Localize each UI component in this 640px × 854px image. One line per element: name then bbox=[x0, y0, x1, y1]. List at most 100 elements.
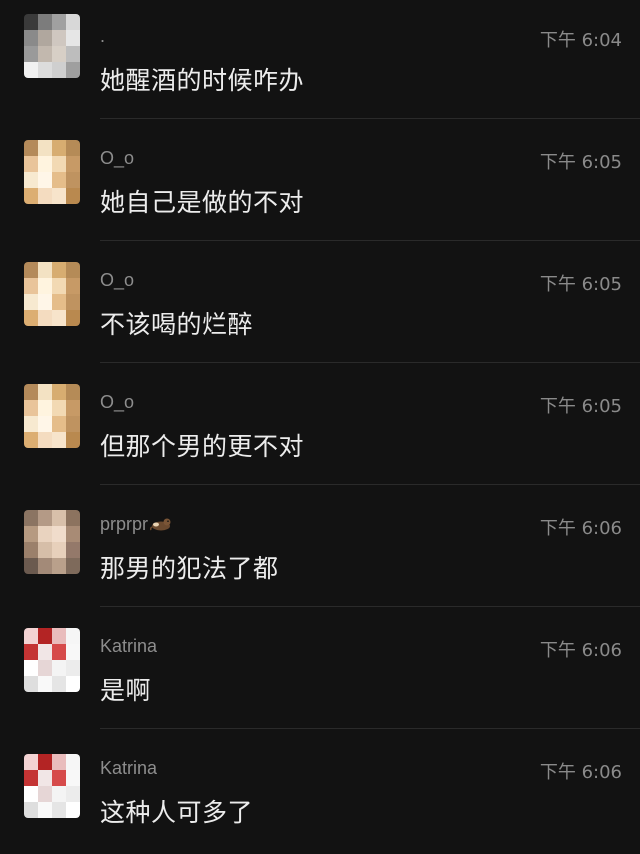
message-timestamp: 下午 6:06 bbox=[539, 518, 622, 539]
avatar-pixel bbox=[66, 262, 80, 278]
avatar-pixel bbox=[38, 770, 52, 786]
avatar-pixel bbox=[52, 310, 66, 326]
message-timestamp: 下午 6:05 bbox=[539, 152, 622, 173]
avatar-pixel bbox=[52, 754, 66, 770]
avatar-pixel bbox=[24, 188, 38, 204]
sender-name[interactable]: O_o bbox=[100, 148, 134, 169]
message-timestamp: 下午 6:05 bbox=[539, 274, 622, 295]
message-text: 不该喝的烂醉 bbox=[100, 310, 254, 339]
divider bbox=[100, 118, 640, 119]
sender-name-text: prprpr bbox=[100, 514, 149, 534]
avatar-pixel bbox=[66, 432, 80, 448]
avatar-pixel bbox=[24, 432, 38, 448]
avatar-pixel bbox=[66, 156, 80, 172]
message-timestamp: 下午 6:05 bbox=[539, 396, 622, 417]
avatar-pixel bbox=[66, 294, 80, 310]
avatar-pixel bbox=[52, 400, 66, 416]
avatar-pixel bbox=[52, 416, 66, 432]
avatar-pixel bbox=[52, 526, 66, 542]
avatar-pixel bbox=[66, 542, 80, 558]
avatar-pixel bbox=[38, 310, 52, 326]
avatar-pixel bbox=[38, 46, 52, 62]
avatar-pixel bbox=[66, 510, 80, 526]
avatar-pixel bbox=[66, 676, 80, 692]
avatar-pixel bbox=[52, 786, 66, 802]
message-text: 她醒酒的时候咋办 bbox=[100, 66, 305, 95]
avatar-pixel bbox=[52, 62, 66, 78]
avatar-pixel bbox=[38, 644, 52, 660]
avatar-pixel bbox=[24, 754, 38, 770]
avatar-pixel bbox=[38, 558, 52, 574]
avatar-pixel bbox=[52, 542, 66, 558]
avatar[interactable] bbox=[24, 628, 80, 692]
avatar-pixel bbox=[52, 46, 66, 62]
avatar-pixel bbox=[52, 172, 66, 188]
chat-message-row[interactable]: O_o 下午 6:05 但那个男的更不对 bbox=[0, 366, 640, 488]
avatar-pixel bbox=[52, 558, 66, 574]
avatar-pixel bbox=[66, 188, 80, 204]
avatar-pixel bbox=[38, 188, 52, 204]
avatar-pixel bbox=[66, 660, 80, 676]
avatar[interactable] bbox=[24, 262, 80, 326]
avatar-pixel bbox=[52, 278, 66, 294]
avatar-pixel bbox=[38, 416, 52, 432]
chat-message-row[interactable]: prprpr 下午 6:06 那男的犯法了都 bbox=[0, 488, 640, 610]
sender-name[interactable]: prprpr bbox=[100, 514, 172, 537]
avatar-pixel bbox=[52, 644, 66, 660]
avatar-pixel bbox=[38, 526, 52, 542]
divider bbox=[100, 728, 640, 729]
chat-message-list: . 下午 6:04 她醒酒的时候咋办 O_o 下午 6:05 她自己是做的不对 … bbox=[0, 0, 640, 846]
avatar-pixel bbox=[38, 278, 52, 294]
avatar-pixel bbox=[24, 278, 38, 294]
avatar-pixel bbox=[38, 156, 52, 172]
avatar-pixel bbox=[24, 526, 38, 542]
avatar-pixel bbox=[52, 660, 66, 676]
avatar-pixel bbox=[66, 384, 80, 400]
avatar-pixel bbox=[38, 172, 52, 188]
avatar-pixel bbox=[38, 676, 52, 692]
chat-message-row[interactable]: Katrina 下午 6:06 这种人可多了 bbox=[0, 732, 640, 854]
avatar-pixel bbox=[24, 628, 38, 644]
avatar-pixel bbox=[38, 786, 52, 802]
avatar[interactable] bbox=[24, 754, 80, 818]
avatar-pixel bbox=[66, 416, 80, 432]
avatar-pixel bbox=[38, 754, 52, 770]
avatar-pixel bbox=[24, 30, 38, 46]
chat-message-row[interactable]: Katrina 下午 6:06 是啊 bbox=[0, 610, 640, 732]
avatar-pixel bbox=[24, 400, 38, 416]
avatar-pixel bbox=[24, 416, 38, 432]
avatar[interactable] bbox=[24, 384, 80, 448]
avatar-pixel bbox=[24, 262, 38, 278]
avatar-pixel bbox=[24, 46, 38, 62]
avatar-pixel bbox=[38, 802, 52, 818]
avatar-pixel bbox=[52, 262, 66, 278]
message-text: 她自己是做的不对 bbox=[100, 188, 305, 217]
chat-message-row[interactable]: O_o 下午 6:05 不该喝的烂醉 bbox=[0, 244, 640, 366]
avatar-pixel bbox=[66, 802, 80, 818]
avatar[interactable] bbox=[24, 140, 80, 204]
sender-name[interactable]: O_o bbox=[100, 392, 134, 413]
avatar-pixel bbox=[24, 676, 38, 692]
chat-message-row[interactable]: . 下午 6:04 她醒酒的时候咋办 bbox=[0, 0, 640, 122]
sender-name[interactable]: Katrina bbox=[100, 758, 157, 779]
avatar-pixel bbox=[66, 526, 80, 542]
sender-name[interactable]: . bbox=[100, 26, 105, 47]
divider bbox=[100, 606, 640, 607]
message-text: 是啊 bbox=[100, 676, 152, 705]
message-timestamp: 下午 6:04 bbox=[539, 30, 622, 51]
avatar-pixel bbox=[24, 542, 38, 558]
avatar-pixel bbox=[38, 14, 52, 30]
avatar-pixel bbox=[66, 310, 80, 326]
sender-name[interactable]: Katrina bbox=[100, 636, 157, 657]
divider bbox=[100, 362, 640, 363]
avatar-pixel bbox=[38, 30, 52, 46]
message-timestamp: 下午 6:06 bbox=[539, 640, 622, 661]
avatar-pixel bbox=[38, 542, 52, 558]
avatar[interactable] bbox=[24, 510, 80, 574]
sender-name[interactable]: O_o bbox=[100, 270, 134, 291]
chat-message-row[interactable]: O_o 下午 6:05 她自己是做的不对 bbox=[0, 122, 640, 244]
avatar-pixel bbox=[52, 770, 66, 786]
avatar-pixel bbox=[24, 644, 38, 660]
avatar[interactable] bbox=[24, 14, 80, 78]
avatar-pixel bbox=[52, 188, 66, 204]
